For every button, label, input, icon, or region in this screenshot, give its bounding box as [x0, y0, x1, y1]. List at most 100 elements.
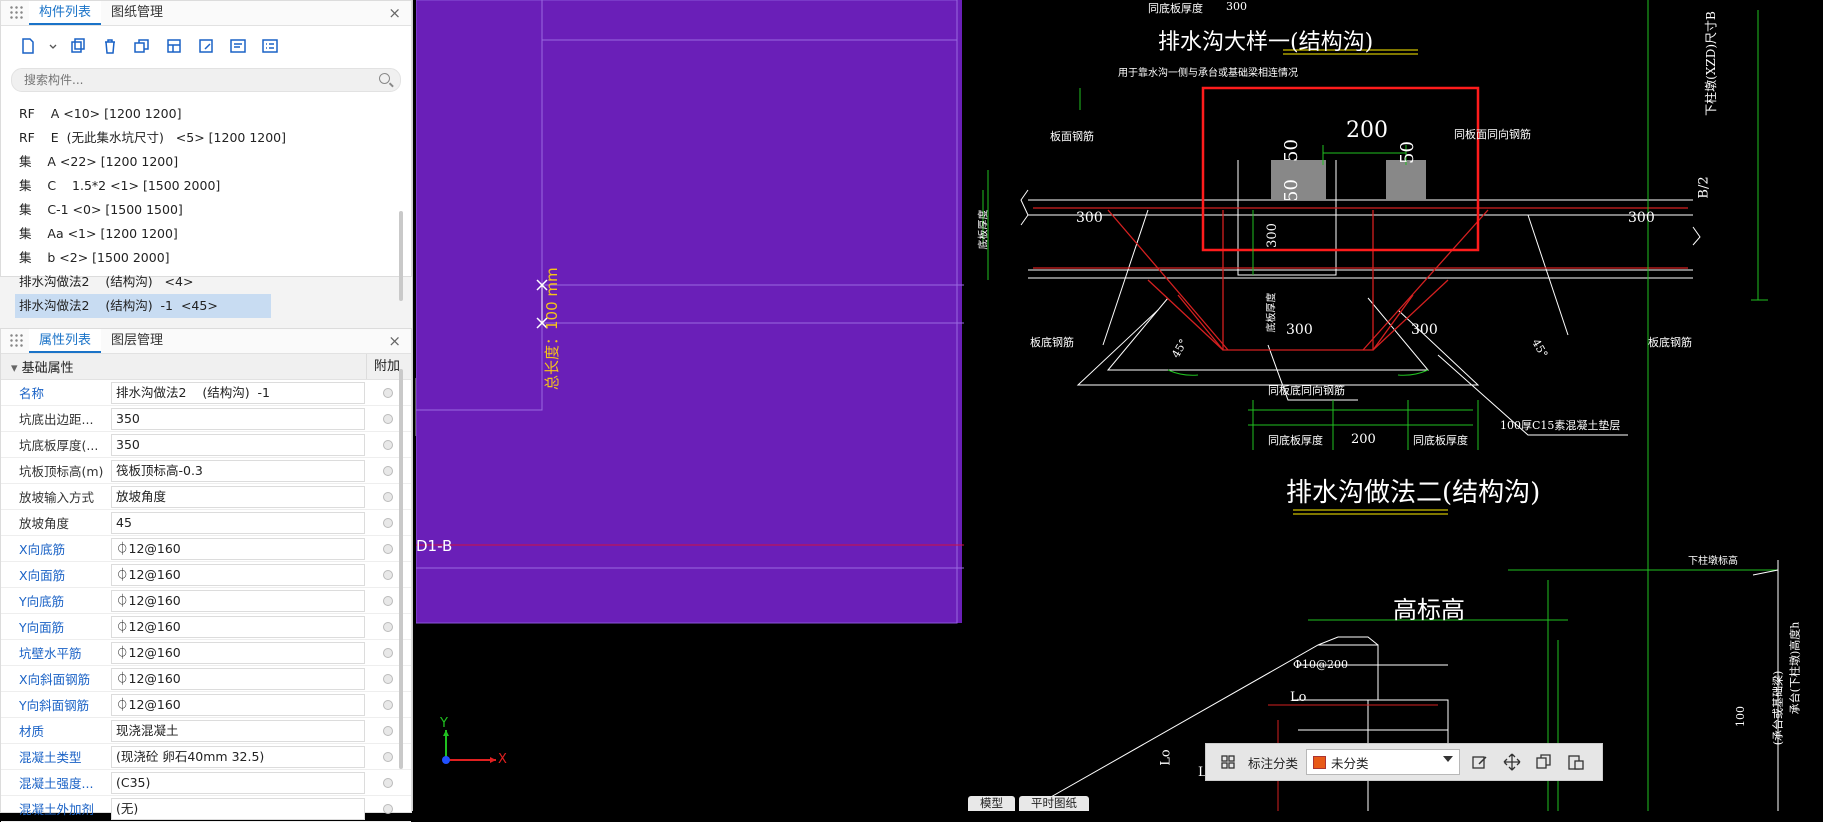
property-value-field[interactable]: 筏板顶标高-0.3 — [111, 459, 365, 482]
tab-property-list[interactable]: 属性列表 — [29, 329, 102, 353]
copy-layer-button[interactable] — [129, 33, 155, 59]
property-panel: 属性列表 图层管理 × 基础属性 附加 名称排水沟做法2 (结构沟) -1坑底出… — [0, 328, 412, 822]
property-row: 混凝土外加剂 (无) — [1, 796, 411, 822]
extra-option-icon[interactable] — [383, 569, 393, 580]
extra-option-icon[interactable] — [383, 777, 393, 788]
property-value-field[interactable]: ⏀12@160 — [111, 563, 365, 586]
property-value-field[interactable]: ⏀12@160 — [111, 667, 365, 690]
extra-option-icon[interactable] — [383, 517, 393, 528]
annotation-category-label: 标注分类 — [1248, 755, 1299, 771]
extra-option-icon[interactable] — [383, 751, 393, 762]
layer-button[interactable] — [161, 33, 187, 59]
new-dropdown-button[interactable] — [47, 33, 59, 59]
cad-canvas — [982, 0, 1779, 811]
property-row: X向底筋 ⏀12@160 — [1, 536, 411, 562]
extra-option-icon[interactable] — [383, 699, 393, 710]
property-value-field[interactable]: ⏀12@160 — [111, 589, 365, 612]
property-value-field[interactable]: ⏀12@160 — [111, 615, 365, 638]
tab-drawing-management[interactable]: 图纸管理 — [101, 1, 173, 25]
copy-icon — [71, 38, 85, 53]
grid-apps-icon[interactable] — [1216, 750, 1240, 774]
list-item[interactable]: 集 b <2> [1500 2000] — [1, 246, 411, 270]
property-value-field[interactable]: 350 — [111, 433, 365, 456]
extra-option-icon[interactable] — [383, 491, 393, 502]
cad-dim-300-left: 300 — [1076, 210, 1103, 226]
component-search[interactable] — [11, 68, 401, 92]
extra-option-icon[interactable] — [383, 543, 393, 554]
property-name: 坑底出边距... — [19, 412, 94, 427]
property-value-field[interactable]: (C35) — [111, 771, 365, 794]
delete-component-button[interactable] — [97, 33, 123, 59]
tab-layer-management[interactable]: 图层管理 — [101, 329, 173, 353]
section-title: 基础属性 — [1, 357, 366, 376]
property-value-field[interactable]: ⏀12@160 — [111, 537, 365, 560]
list-item-selected[interactable]: 排水沟做法2 (结构沟) -1 <45> — [15, 294, 271, 318]
sheet-tab-model[interactable]: 模型 — [968, 796, 1015, 811]
list-item[interactable]: 集 C-1 <0> [1500 1500] — [1, 198, 411, 222]
extra-option-icon[interactable] — [383, 673, 393, 684]
property-name: X向斜面钢筋 — [19, 672, 91, 687]
property-value-field[interactable]: 现浇混凝土 — [111, 719, 365, 742]
model-viewport[interactable]: 总长度：100 mm D1-B X Y — [416, 0, 964, 811]
drag-grip-icon[interactable] — [9, 333, 23, 349]
extra-option-icon[interactable] — [383, 465, 393, 476]
sheet-tab-drawing[interactable]: 平时图纸 — [1019, 796, 1089, 811]
property-name: 混凝土外加剂 — [19, 802, 95, 817]
move-annotation-button[interactable] — [1500, 750, 1524, 774]
property-value-field[interactable]: ⏀12@160 — [111, 693, 365, 716]
cad-dim-50c: 50 — [1396, 141, 1418, 164]
list-item[interactable]: RF A <10> [1200 1200] — [1, 102, 411, 126]
property-name: Y向斜面钢筋 — [19, 698, 90, 713]
axis-label: D1-B — [416, 537, 453, 555]
edit-annotation-button[interactable] — [1468, 750, 1492, 774]
list-item[interactable]: 排水沟做法2 (结构沟) <4> — [1, 270, 411, 294]
extra-option-icon[interactable] — [383, 621, 393, 632]
list-item[interactable]: 集 A <22> [1200 1200] — [1, 150, 411, 174]
properties-button[interactable] — [225, 33, 251, 59]
extra-option-icon[interactable] — [383, 595, 393, 606]
property-value-field[interactable]: (无) — [111, 797, 365, 820]
copy-component-button[interactable] — [65, 33, 91, 59]
drag-grip-icon[interactable] — [9, 5, 23, 21]
annotation-category-select[interactable]: 未分类 — [1306, 749, 1461, 775]
list-item[interactable]: RF E (无此集水坑尺寸) <5> [1200 1200] — [1, 126, 411, 150]
paste-annotation-button[interactable] — [1564, 750, 1588, 774]
cad-title-1: 排水沟大样一(结构沟) — [1158, 30, 1374, 55]
property-row: 坑底出边距... 350 — [1, 406, 411, 432]
edit-component-button[interactable] — [193, 33, 219, 59]
property-row: X向斜面钢筋 ⏀12@160 — [1, 666, 411, 692]
extra-option-icon[interactable] — [383, 439, 393, 450]
list-item[interactable]: 集 C 1.5*2 <1> [1500 2000] — [1, 174, 411, 198]
extra-option-icon[interactable] — [383, 725, 393, 736]
property-name: X向底筋 — [19, 542, 66, 557]
new-component-button[interactable] — [15, 33, 41, 59]
property-scrollbar[interactable] — [399, 369, 403, 769]
cad-drawing-view[interactable]: 排水沟大样一(结构沟) 用于靠水沟一侧与承台或基础梁相连情况 排水沟做法二(结构… — [968, 0, 1823, 811]
extra-option-icon[interactable] — [383, 387, 393, 398]
copy-annotation-button[interactable] — [1532, 750, 1556, 774]
search-icon[interactable] — [379, 73, 390, 84]
extra-option-icon[interactable] — [383, 647, 393, 658]
close-icon[interactable]: × — [388, 4, 401, 22]
cad-label-lo3: Lo — [1158, 749, 1174, 766]
highlight-box — [1201, 86, 1480, 252]
cad-label-200b: 200 — [1351, 432, 1376, 447]
extra-option-icon[interactable] — [383, 803, 393, 814]
tab-component-list[interactable]: 构件列表 — [29, 1, 102, 25]
dropdown-arrow-icon[interactable] — [1443, 756, 1454, 762]
cad-dim-300-right: 300 — [1628, 210, 1655, 226]
list-item[interactable]: 集 Aa <1> [1200 1200] — [1, 222, 411, 246]
property-value-field[interactable]: ⏀12@160 — [111, 641, 365, 664]
property-value-field[interactable]: 350 — [111, 407, 365, 430]
cad-label-top2: 300 — [1226, 0, 1247, 13]
close-icon[interactable]: × — [388, 332, 401, 350]
component-search-input[interactable] — [12, 69, 366, 91]
property-section-header[interactable]: 基础属性 附加 — [1, 354, 411, 380]
property-value-field[interactable]: (现浇砼 卵石40mm 32.5) — [111, 745, 365, 768]
extra-option-icon[interactable] — [383, 413, 393, 424]
component-list-scrollbar[interactable] — [399, 211, 403, 301]
property-value-field[interactable]: 排水沟做法2 (结构沟) -1 — [111, 381, 365, 404]
property-value-field[interactable]: 放坡角度 — [111, 485, 365, 508]
property-value-field[interactable]: 45 — [111, 511, 365, 534]
list-view-button[interactable] — [257, 33, 283, 59]
